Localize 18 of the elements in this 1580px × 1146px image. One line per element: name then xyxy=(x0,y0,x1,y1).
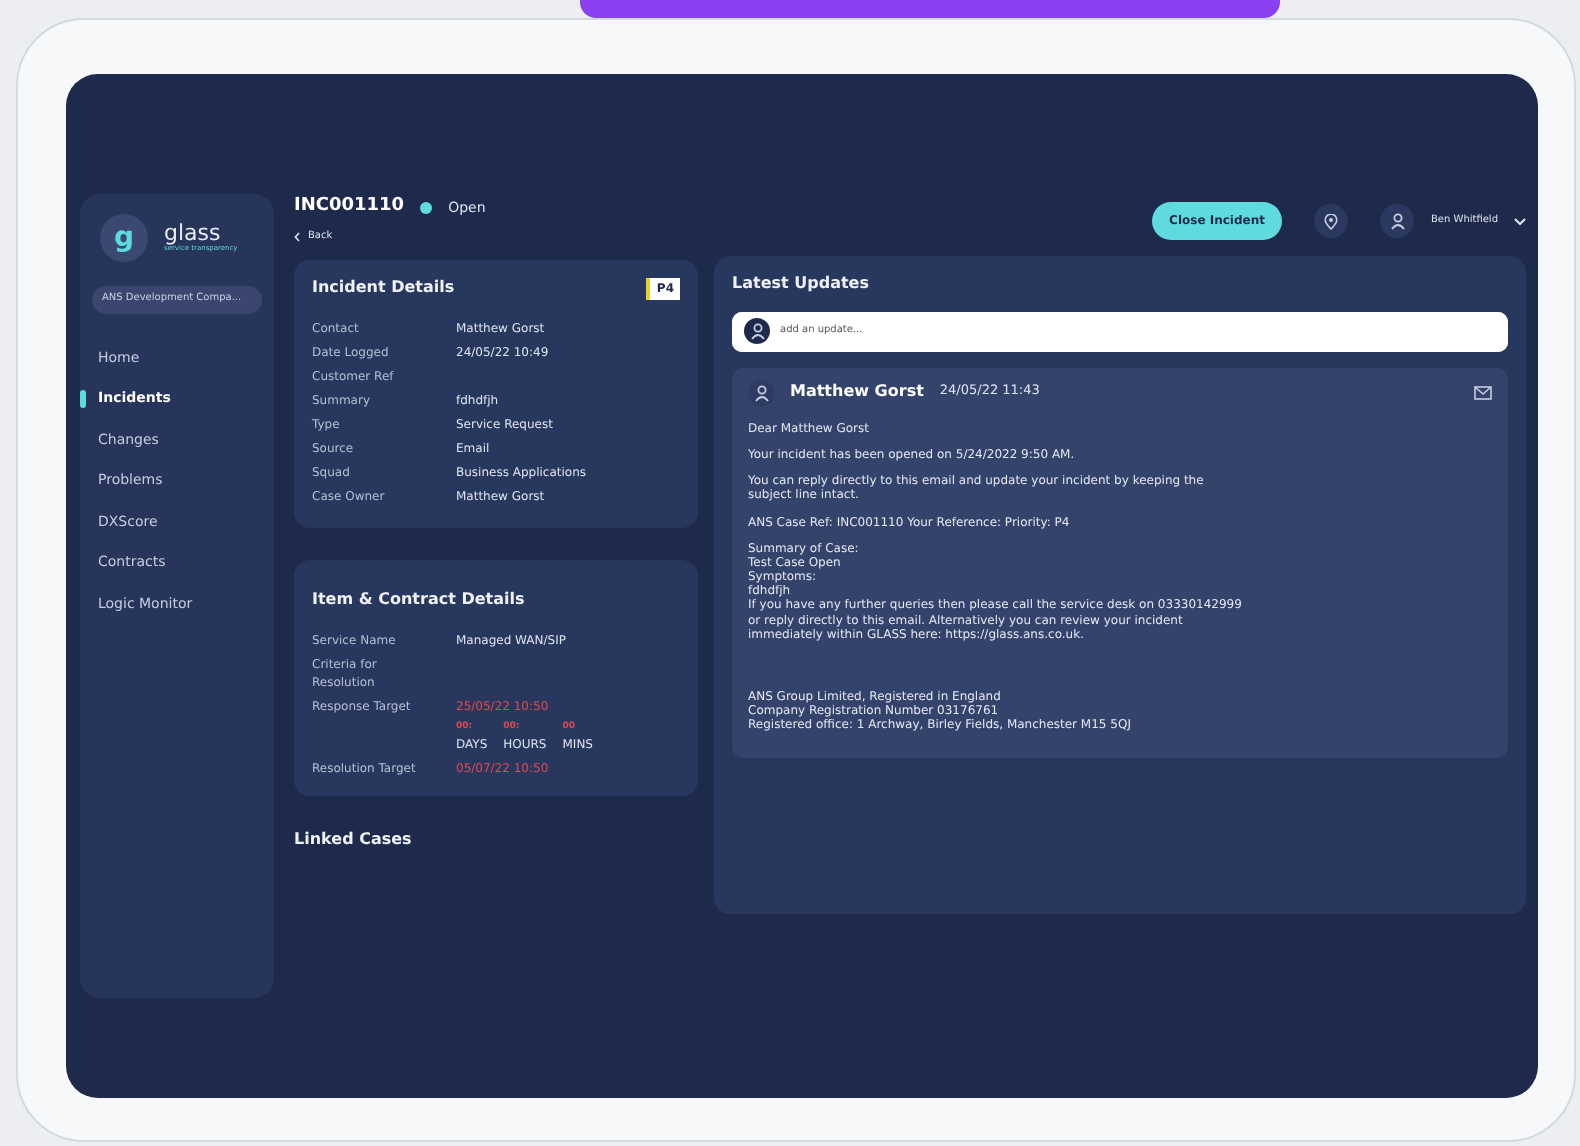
section-title: Linked Cases xyxy=(294,828,414,852)
status-dot xyxy=(420,201,433,214)
card-title: Item & Contract Details xyxy=(312,588,527,613)
card-title: Incident Details xyxy=(312,276,455,301)
author-name: Matthew Gorst xyxy=(790,380,924,405)
mail-icon xyxy=(1474,385,1492,400)
active-indicator xyxy=(80,389,86,408)
incident-id: INC001110 xyxy=(294,194,405,220)
panel-title: Latest Updates xyxy=(732,272,871,297)
logo-name: glass xyxy=(164,221,221,244)
pin-icon xyxy=(1324,213,1339,229)
location-button[interactable] xyxy=(1314,204,1349,238)
logo-icon: g xyxy=(100,214,148,262)
user-icon xyxy=(753,383,769,402)
chevron-down-icon xyxy=(1514,217,1526,225)
user-icon xyxy=(1389,212,1406,230)
chevron-left-icon xyxy=(294,231,300,242)
user-icon xyxy=(749,322,765,341)
